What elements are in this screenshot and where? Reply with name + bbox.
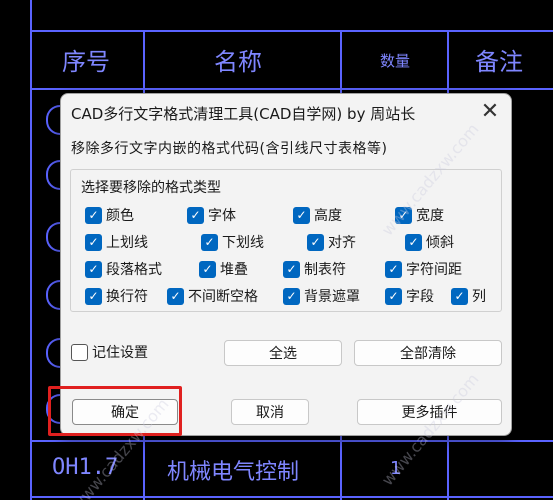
checkbox-bg-mask[interactable]: ✓ 背景遮罩 [283, 286, 360, 306]
checkbox-underline[interactable]: ✓ 下划线 [201, 232, 264, 252]
checkbox-color[interactable]: ✓ 颜色 [85, 205, 134, 225]
table-rule [30, 30, 553, 32]
checkbox-checked-icon: ✓ [167, 287, 184, 305]
checkbox-label: 高度 [314, 208, 342, 224]
checkbox-label: 上划线 [106, 235, 148, 251]
checkbox-label: 倾斜 [426, 235, 454, 251]
checkbox-label: 颜色 [106, 208, 134, 224]
checkbox-align[interactable]: ✓ 对齐 [307, 232, 356, 252]
checkbox-label: 换行符 [106, 289, 148, 305]
checkbox-checked-icon: ✓ [201, 233, 218, 251]
table-header-name: 名称 [214, 48, 262, 76]
table-cell-name: 机械电气控制 [167, 460, 300, 485]
checkbox-nbsp[interactable]: ✓ 不间断空格 [167, 286, 258, 306]
group-title: 选择要移除的格式类型 [81, 180, 221, 196]
checkbox-checked-icon: ✓ [85, 287, 102, 305]
checkbox-checked-icon: ✓ [307, 233, 324, 251]
checkbox-label: 字体 [208, 208, 236, 224]
close-icon[interactable]: ✕ [477, 100, 503, 126]
checkbox-field[interactable]: ✓ 字段 [385, 286, 434, 306]
checkbox-height[interactable]: ✓ 高度 [293, 205, 342, 225]
checkbox-label: 宽度 [416, 208, 444, 224]
select-all-button[interactable]: 全选 [224, 340, 342, 366]
table-header-qty: 数量 [380, 52, 411, 70]
checkbox-checked-icon: ✓ [283, 287, 300, 305]
remember-settings-checkbox[interactable]: 记住设置 [71, 342, 148, 362]
checkbox-label: 段落格式 [106, 262, 162, 278]
table-rule [30, 440, 553, 442]
checkbox-overline[interactable]: ✓ 上划线 [85, 232, 148, 252]
checkbox-unchecked-icon [71, 343, 88, 361]
checkbox-checked-icon: ✓ [187, 206, 204, 224]
table-header-remark: 备注 [475, 48, 523, 76]
checkbox-stack[interactable]: ✓ 堆叠 [199, 259, 248, 279]
dialog-title: CAD多行文字格式清理工具(CAD自学网) by 周站长 [71, 105, 416, 123]
checkbox-label: 制表符 [304, 262, 346, 278]
checkbox-checked-icon: ✓ [199, 260, 216, 278]
checkbox-checked-icon: ✓ [385, 287, 402, 305]
dialog-subtitle: 移除多行文字内嵌的格式代码(含引线尺寸表格等) [71, 141, 388, 157]
checkbox-checked-icon: ✓ [385, 260, 402, 278]
checkbox-paragraph[interactable]: ✓ 段落格式 [85, 259, 162, 279]
checkbox-checked-icon: ✓ [85, 260, 102, 278]
format-type-group: 选择要移除的格式类型 ✓ 颜色 ✓ 字体 ✓ 高度 ✓ 宽度 ✓ 上划线 ✓ 下… [70, 169, 502, 312]
checkbox-checked-icon: ✓ [85, 233, 102, 251]
checkbox-label: 下划线 [222, 235, 264, 251]
checkbox-line-break[interactable]: ✓ 换行符 [85, 286, 148, 306]
checkbox-label: 堆叠 [220, 262, 248, 278]
table-rule [30, 88, 553, 90]
format-cleanup-dialog: CAD多行文字格式清理工具(CAD自学网) by 周站长 ✕ 移除多行文字内嵌的… [60, 93, 512, 436]
table-rule [30, 496, 553, 498]
checkbox-label: 字符间距 [406, 262, 462, 278]
clear-all-button[interactable]: 全部清除 [354, 340, 502, 366]
table-border-left [30, 0, 32, 500]
cancel-button[interactable]: 取消 [231, 399, 309, 425]
checkbox-font[interactable]: ✓ 字体 [187, 205, 236, 225]
checkbox-oblique[interactable]: ✓ 倾斜 [405, 232, 454, 252]
checkbox-checked-icon: ✓ [451, 287, 468, 305]
checkbox-char-spacing[interactable]: ✓ 字符间距 [385, 259, 462, 279]
checkbox-checked-icon: ✓ [283, 260, 300, 278]
checkbox-checked-icon: ✓ [293, 206, 310, 224]
table-header-index: 序号 [62, 48, 110, 76]
checkbox-label: 背景遮罩 [304, 289, 360, 305]
checkbox-checked-icon: ✓ [405, 233, 422, 251]
remember-settings-label: 记住设置 [92, 345, 148, 361]
checkbox-label: 对齐 [328, 235, 356, 251]
checkbox-label: 字段 [406, 289, 434, 305]
checkbox-tab[interactable]: ✓ 制表符 [283, 259, 346, 279]
checkbox-checked-icon: ✓ [85, 206, 102, 224]
checkbox-column[interactable]: ✓ 列 [451, 286, 486, 306]
checkbox-label: 不间断空格 [188, 289, 258, 305]
checkbox-label: 列 [472, 289, 486, 305]
